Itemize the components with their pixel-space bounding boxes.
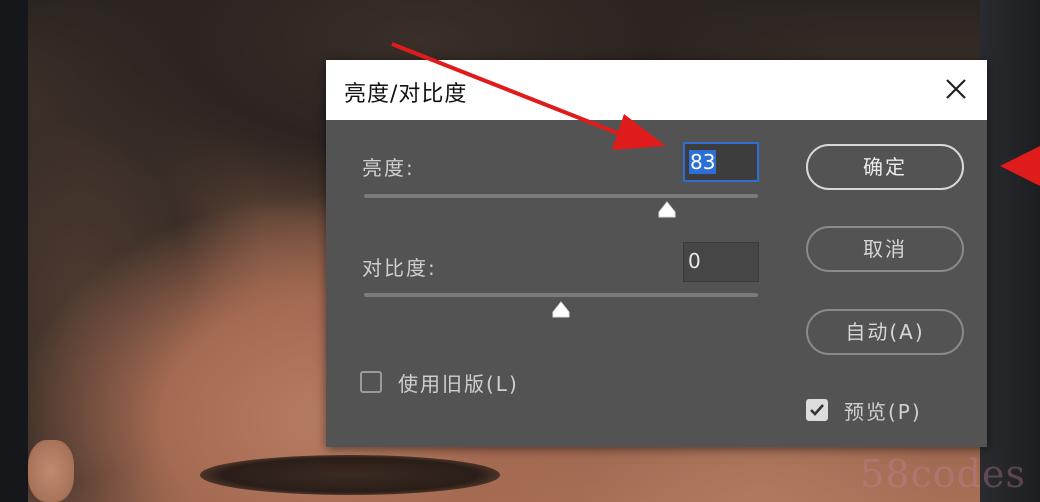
legacy-checkbox[interactable] <box>360 371 382 393</box>
photo-ear <box>28 440 74 502</box>
slider-thumb-icon <box>658 201 676 218</box>
brightness-label: 亮度: <box>362 156 415 180</box>
legacy-label: 使用旧版(L) <box>398 372 519 396</box>
brightness-slider-track[interactable] <box>364 194 758 198</box>
dialog-titlebar: 亮度/对比度 <box>326 60 987 120</box>
preview-checkbox[interactable] <box>806 399 828 421</box>
watermark: 58codes <box>860 452 1026 496</box>
brightness-slider-thumb[interactable] <box>656 200 678 220</box>
contrast-input[interactable]: 0 <box>683 242 759 282</box>
canvas-left-border <box>0 0 28 502</box>
contrast-slider-thumb[interactable] <box>550 300 572 320</box>
auto-button[interactable]: 自动(A) <box>806 309 964 355</box>
preview-label: 预览(P) <box>844 400 922 424</box>
cancel-button[interactable]: 取消 <box>806 226 964 272</box>
contrast-label: 对比度: <box>362 256 437 280</box>
close-button[interactable] <box>941 74 971 104</box>
brightness-value: 83 <box>689 150 717 174</box>
dialog-title: 亮度/对比度 <box>344 82 468 107</box>
slider-thumb-icon <box>552 301 570 318</box>
screenshot-stage: 亮度/对比度 亮度: 83 对比度: 0 使用旧版(L) 确定 取消 自动(A)… <box>0 0 1040 502</box>
photo-eyebrow <box>200 455 500 495</box>
contrast-slider-track[interactable] <box>364 293 758 297</box>
brightness-input[interactable]: 83 <box>683 142 759 182</box>
checkmark-icon <box>810 404 824 416</box>
ok-button[interactable]: 确定 <box>806 144 964 190</box>
close-icon <box>946 79 966 99</box>
brightness-contrast-dialog: 亮度/对比度 亮度: 83 对比度: 0 使用旧版(L) 确定 取消 自动(A)… <box>326 60 987 447</box>
canvas-right-border <box>980 0 1040 502</box>
contrast-value: 0 <box>688 249 701 273</box>
